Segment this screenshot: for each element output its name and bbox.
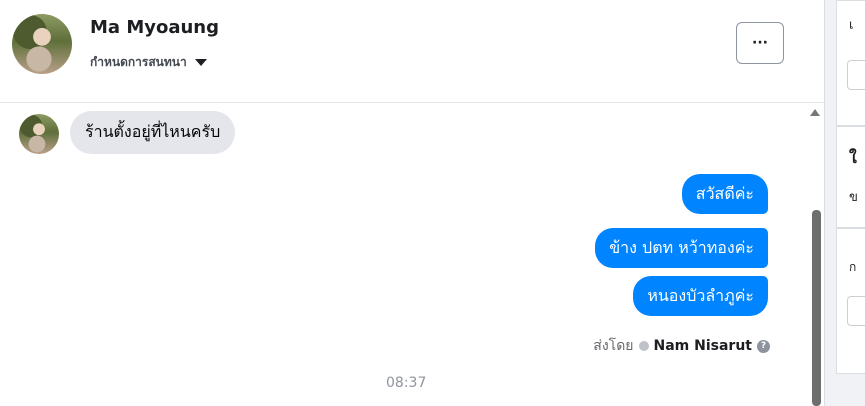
outgoing-message: ข้าง ปตท หว้าทองค่ะ bbox=[595, 228, 768, 268]
right-sidebar: เ ใ ข ก bbox=[824, 0, 865, 406]
contact-name[interactable]: Ma Myoaung bbox=[90, 17, 219, 38]
sent-by-name[interactable]: Nam Nisarut bbox=[654, 338, 753, 354]
contact-avatar[interactable] bbox=[12, 14, 72, 74]
sidebar-text: ก bbox=[849, 260, 857, 274]
sidebar-text: เ bbox=[849, 18, 854, 33]
more-options-button[interactable]: ··· bbox=[736, 22, 784, 64]
help-icon[interactable]: ? bbox=[757, 339, 770, 353]
sidebar-input[interactable] bbox=[847, 60, 865, 90]
conversation-header: Ma Myoaung กำหนดการสนทนา ··· bbox=[0, 0, 824, 103]
status-label: กำหนดการสนทนา bbox=[90, 55, 187, 69]
incoming-message: ร้านตั้งอยู่ที่ไหนครับ bbox=[70, 111, 236, 154]
outgoing-message: สวัสดีค่ะ bbox=[681, 174, 768, 214]
sent-by-prefix: ส่งโดย bbox=[593, 338, 634, 354]
sidebar-card bbox=[836, 126, 865, 228]
sidebar-input[interactable] bbox=[847, 296, 865, 326]
scrollbar-thumb[interactable] bbox=[812, 210, 821, 406]
message-timestamp: 08:37 bbox=[386, 375, 427, 391]
sidebar-heading: ใ bbox=[849, 148, 857, 167]
message-thread: ร้านตั้งอยู่ที่ไหนครับ สวัสดีค่ะ ข้าง ปต… bbox=[0, 103, 808, 406]
status-dot-icon bbox=[638, 341, 649, 351]
sent-by-info: ส่งโดย Nam Nisarut ? bbox=[593, 335, 770, 357]
sidebar-text: ข bbox=[849, 190, 858, 205]
caret-down-icon bbox=[194, 59, 207, 66]
outgoing-message: หนองบัวลำภูค่ะ bbox=[633, 276, 768, 316]
sender-avatar bbox=[19, 114, 59, 154]
conversation-status-dropdown[interactable]: กำหนดการสนทนา bbox=[90, 53, 207, 72]
scroll-up-arrow-icon[interactable] bbox=[810, 109, 820, 116]
